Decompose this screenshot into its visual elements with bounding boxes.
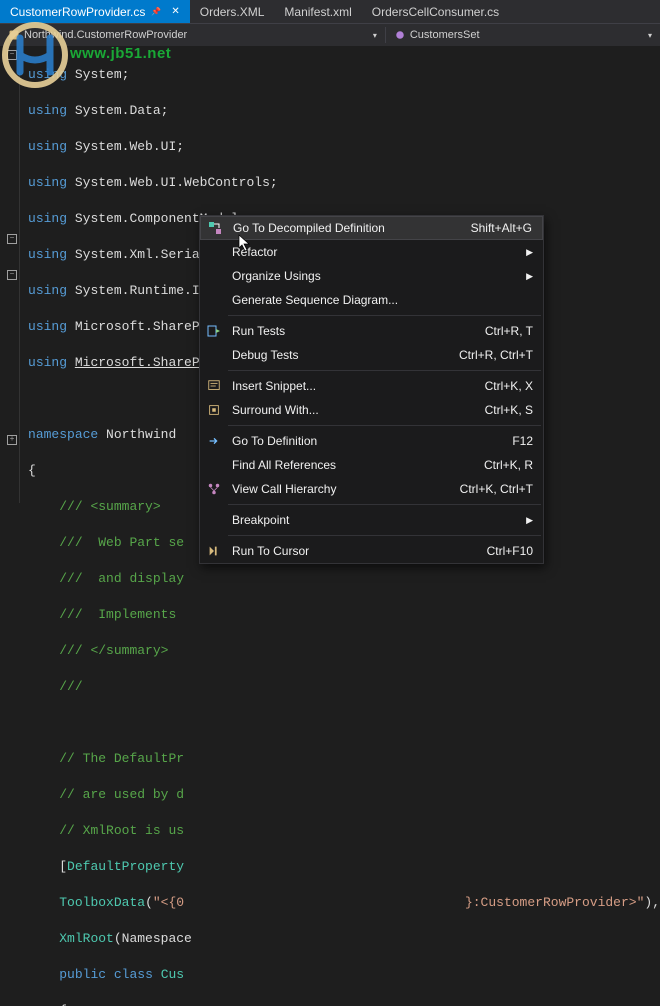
tab-orders-xml[interactable]: Orders.XML bbox=[190, 0, 275, 23]
tab-customerrowprovider[interactable]: CustomerRowProvider.cs 📌 ✕ bbox=[0, 0, 190, 23]
class-label: Northwind.CustomerRowProvider bbox=[24, 29, 187, 41]
menu-view-call-hierarchy[interactable]: View Call Hierarchy Ctrl+K, Ctrl+T bbox=[200, 477, 543, 501]
menu-run-tests[interactable]: Run Tests Ctrl+R, T bbox=[200, 319, 543, 343]
menu-separator bbox=[228, 535, 541, 536]
fold-icon[interactable]: + bbox=[7, 435, 17, 445]
run-cursor-icon bbox=[206, 543, 222, 559]
tab-manifest-xml[interactable]: Manifest.xml bbox=[274, 0, 361, 23]
menu-goto-decompiled[interactable]: Go To Decompiled Definition Shift+Alt+G bbox=[200, 216, 543, 240]
tab-label: Orders.XML bbox=[200, 5, 265, 19]
chevron-down-icon: ▾ bbox=[373, 31, 377, 40]
menu-organize-usings[interactable]: Organize Usings ▶ bbox=[200, 264, 543, 288]
menu-run-to-cursor[interactable]: Run To Cursor Ctrl+F10 bbox=[200, 539, 543, 563]
submenu-arrow-icon: ▶ bbox=[526, 515, 533, 526]
submenu-arrow-icon: ▶ bbox=[526, 247, 533, 258]
code-nav-bar: Northwind.CustomerRowProvider ▾ Customer… bbox=[0, 24, 660, 46]
class-dropdown[interactable]: Northwind.CustomerRowProvider ▾ bbox=[0, 27, 386, 43]
menu-separator bbox=[228, 425, 541, 426]
decompile-icon bbox=[207, 220, 223, 236]
fold-icon[interactable]: − bbox=[7, 270, 17, 280]
submenu-arrow-icon: ▶ bbox=[526, 271, 533, 282]
menu-refactor[interactable]: Refactor ▶ bbox=[200, 240, 543, 264]
tab-label: CustomerRowProvider.cs bbox=[10, 5, 145, 19]
context-menu: Go To Decompiled Definition Shift+Alt+G … bbox=[199, 215, 544, 564]
fold-icon[interactable]: − bbox=[7, 50, 17, 60]
pin-icon[interactable]: 📌 bbox=[151, 7, 161, 16]
member-dropdown[interactable]: CustomersSet ▾ bbox=[386, 27, 660, 43]
tab-label: Manifest.xml bbox=[284, 5, 351, 19]
menu-goto-definition[interactable]: Go To Definition F12 bbox=[200, 429, 543, 453]
menu-breakpoint[interactable]: Breakpoint ▶ bbox=[200, 508, 543, 532]
run-tests-icon bbox=[206, 323, 222, 339]
chevron-down-icon: ▾ bbox=[648, 31, 652, 40]
menu-separator bbox=[228, 370, 541, 371]
close-icon[interactable]: ✕ bbox=[171, 6, 179, 17]
goto-def-icon bbox=[206, 433, 222, 449]
menu-separator bbox=[228, 315, 541, 316]
tab-orderscellconsumer[interactable]: OrdersCellConsumer.cs bbox=[362, 0, 509, 23]
property-icon bbox=[394, 29, 406, 41]
menu-find-references[interactable]: Find All References Ctrl+K, R bbox=[200, 453, 543, 477]
surround-icon bbox=[206, 402, 222, 418]
tab-label: OrdersCellConsumer.cs bbox=[372, 5, 499, 19]
hierarchy-icon bbox=[206, 481, 222, 497]
menu-insert-snippet[interactable]: Insert Snippet... Ctrl+K, X bbox=[200, 374, 543, 398]
snippet-icon bbox=[206, 378, 222, 394]
member-label: CustomersSet bbox=[410, 29, 480, 41]
gutter: − − − + bbox=[0, 46, 20, 503]
menu-surround-with[interactable]: Surround With... Ctrl+K, S bbox=[200, 398, 543, 422]
class-icon bbox=[8, 29, 20, 41]
fold-icon[interactable]: − bbox=[7, 234, 17, 244]
menu-generate-sequence[interactable]: Generate Sequence Diagram... bbox=[200, 288, 543, 312]
menu-separator bbox=[228, 504, 541, 505]
editor-tabs: CustomerRowProvider.cs 📌 ✕ Orders.XML Ma… bbox=[0, 0, 660, 24]
menu-debug-tests[interactable]: Debug Tests Ctrl+R, Ctrl+T bbox=[200, 343, 543, 367]
